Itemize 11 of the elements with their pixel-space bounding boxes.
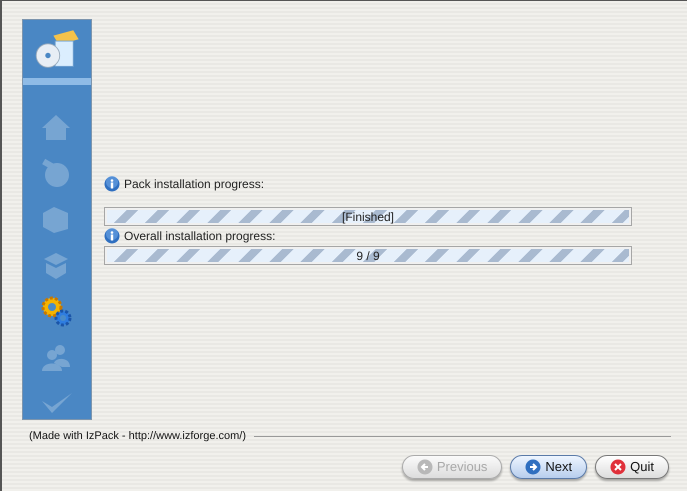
progress-text: 9 / 9 (355, 248, 381, 264)
info-icon (104, 228, 120, 244)
close-icon (610, 458, 626, 474)
progress-text: [Finished] (340, 208, 396, 225)
quit-button[interactable]: Quit (595, 454, 669, 478)
next-button[interactable]: Next (510, 454, 588, 478)
progress-label: Overall installation progress: (124, 228, 276, 245)
credit-text: (Made with IzPack - http://www.izforge.com/) (29, 429, 246, 444)
selection-strip (23, 78, 91, 85)
progress-label: Pack installation progress: (124, 176, 264, 193)
info-icon (104, 176, 120, 192)
